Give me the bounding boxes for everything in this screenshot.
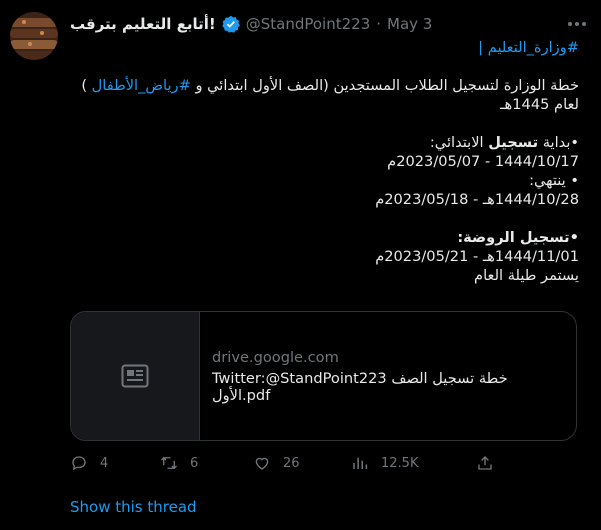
verified-badge-icon bbox=[222, 15, 240, 33]
hashtag-link[interactable]: #رياض_الأطفال bbox=[92, 77, 191, 94]
views-icon bbox=[353, 457, 368, 469]
plan-line: خطة الوزارة لتسجيل الطلاب المستجدين (الص… bbox=[70, 76, 579, 95]
document-icon bbox=[121, 364, 149, 388]
card-thumbnail bbox=[71, 312, 200, 440]
year-line: لعام 1445هـ bbox=[500, 96, 579, 113]
tweet-text: #وزارة_التعليم | خطة الوزارة لتسجيل الطل… bbox=[70, 38, 579, 285]
link-card[interactable]: drive.google.com Twitter:@StandPoint223 … bbox=[70, 311, 577, 441]
retweet-icon bbox=[161, 456, 177, 470]
plan-text: خطة الوزارة لتسجيل الطلاب المستجدين (الص… bbox=[190, 77, 579, 94]
show-thread-link[interactable]: Show this thread bbox=[70, 498, 197, 516]
more-icon[interactable] bbox=[565, 14, 589, 34]
kg-heading-text: •تسجيل الروضة: bbox=[457, 229, 579, 246]
share-icon bbox=[478, 456, 492, 470]
hashtag-link[interactable]: #وزارة_التعليم | bbox=[478, 39, 579, 56]
kg-dates: 1444/11/01هـ - 2023/05/21م bbox=[375, 248, 579, 265]
tweet-header: أتابع التعليم بترقب! @StandPoint223 · Ma… bbox=[70, 12, 561, 36]
display-name[interactable]: أتابع التعليم بترقب! bbox=[70, 15, 216, 33]
avatar[interactable] bbox=[10, 12, 58, 60]
primary-heading-suffix: الابتدائي: bbox=[429, 134, 489, 151]
like-icon bbox=[255, 457, 269, 470]
primary-heading-prefix: •بداية bbox=[538, 134, 579, 151]
views-button[interactable]: 12.5K bbox=[351, 454, 476, 472]
tweet[interactable]: أتابع التعليم بترقب! @StandPoint223 · Ma… bbox=[0, 0, 601, 530]
retweet-count: 6 bbox=[190, 455, 199, 471]
action-bar: 4 6 26 12.5K bbox=[70, 452, 500, 474]
views-count: 12.5K bbox=[381, 455, 419, 471]
primary-heading-bold: تسجيل bbox=[488, 134, 539, 151]
primary-heading: •بداية تسجيل الابتدائي: bbox=[70, 133, 579, 152]
card-text: drive.google.com Twitter:@StandPoint223 … bbox=[200, 312, 576, 440]
kg-heading: •تسجيل الروضة: bbox=[70, 228, 579, 247]
reply-button[interactable]: 4 bbox=[70, 454, 160, 472]
primary-end-dates: 1444/10/28هـ - 2023/05/18م bbox=[375, 191, 579, 208]
retweet-button[interactable]: 6 bbox=[160, 454, 253, 472]
avatar-image bbox=[10, 12, 58, 60]
plan-text-end: ) bbox=[81, 77, 92, 94]
author-handle[interactable]: @StandPoint223 bbox=[246, 15, 371, 33]
reply-icon bbox=[72, 456, 86, 471]
tweet-date[interactable]: May 3 bbox=[387, 15, 432, 33]
kg-note: يستمر طيلة العام bbox=[474, 267, 579, 284]
separator-dot: · bbox=[376, 15, 382, 33]
like-count: 26 bbox=[283, 455, 300, 471]
reply-count: 4 bbox=[100, 455, 109, 471]
like-button[interactable]: 26 bbox=[253, 454, 351, 472]
ends-label: • ينتهي: bbox=[529, 172, 579, 189]
share-button[interactable] bbox=[476, 454, 494, 472]
card-domain: drive.google.com bbox=[212, 348, 339, 366]
card-title: Twitter:@StandPoint223 خطة تسجيل الصف ال… bbox=[212, 369, 508, 404]
primary-start-dates: 1444/10/17 - 2023/05/07م bbox=[387, 153, 579, 170]
